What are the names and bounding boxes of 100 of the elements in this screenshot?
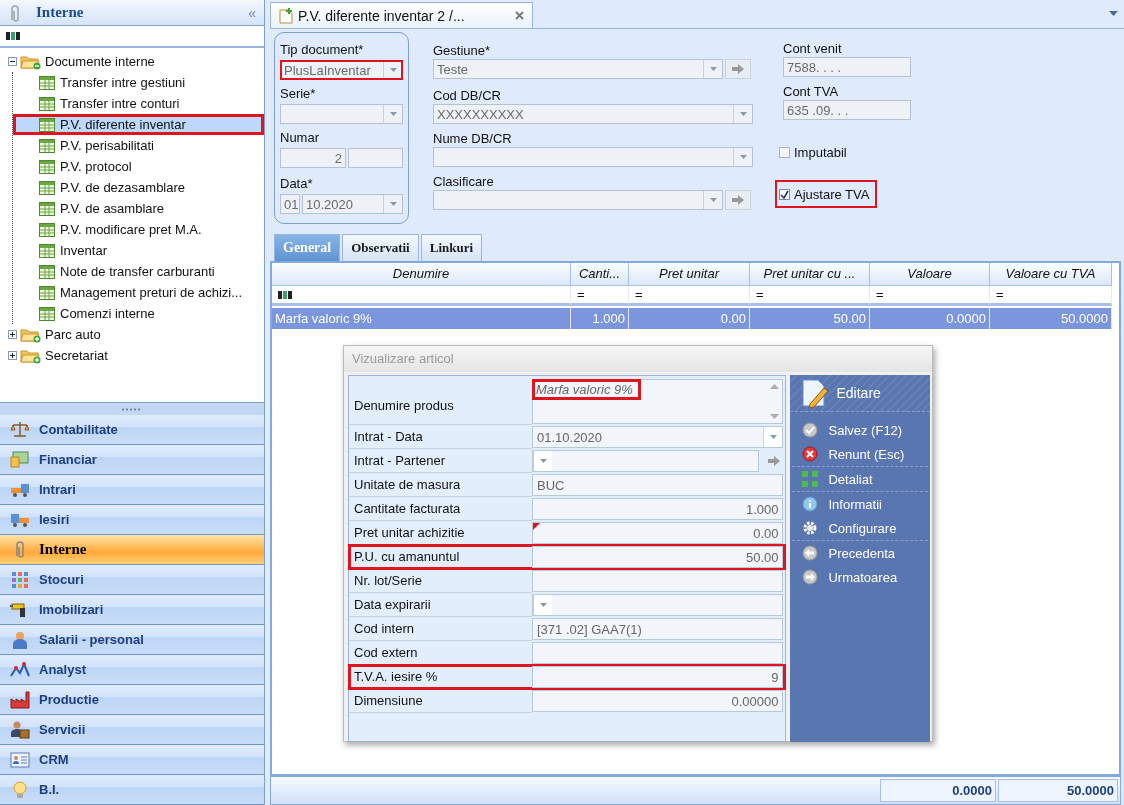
tree-item[interactable]: P.V. de asamblare — [13, 198, 264, 219]
number-field[interactable]: 50.00 — [532, 546, 784, 568]
input-field[interactable]: BUC — [532, 474, 784, 496]
combo-box[interactable] — [433, 190, 723, 210]
input-field[interactable] — [532, 570, 784, 592]
action-button[interactable]: Detaliat — [792, 467, 928, 492]
paperclip-icon — [8, 3, 22, 22]
tree-item[interactable]: Note de transfer carburanti — [13, 261, 264, 282]
field-value: 0.00 — [752, 525, 780, 541]
gear-icon — [802, 520, 819, 536]
grid-icon — [10, 569, 30, 590]
nav-button[interactable]: Stocuri — [0, 565, 264, 595]
column-header[interactable]: Pret unitar cu ... — [750, 263, 870, 286]
action-button[interactable]: Configurare — [792, 516, 928, 541]
factory-icon — [10, 689, 30, 710]
column-header[interactable]: Canti... — [571, 263, 629, 286]
expand-icon[interactable] — [8, 351, 17, 360]
number-field[interactable]: 0.00000 — [532, 690, 784, 712]
nav-button[interactable]: Interne — [0, 535, 264, 565]
table-icon — [39, 117, 55, 132]
tree-item[interactable]: Comenzi interne — [13, 303, 264, 324]
combo-box[interactable]: 01.10.2020 — [532, 426, 784, 448]
tree-item[interactable]: P.V. de dezasamblare — [13, 177, 264, 198]
tree-item[interactable]: Management preturi de achizi... — [13, 282, 264, 303]
checkbox[interactable] — [779, 146, 790, 158]
combo-box[interactable] — [280, 104, 403, 124]
action-button[interactable]: Editare — [790, 375, 930, 412]
action-button[interactable]: Renunt (Esc) — [792, 442, 928, 467]
tree-item[interactable]: Transfer intre gestiuni — [13, 72, 264, 93]
tab[interactable]: Linkuri — [420, 234, 483, 261]
nav-button[interactable]: Imobilizari — [0, 595, 264, 625]
checkbox-label[interactable]: Imputabil — [794, 144, 847, 160]
checkbox[interactable] — [779, 188, 790, 200]
field-label: Data* — [280, 175, 314, 192]
filter-field[interactable] — [0, 26, 264, 48]
nav-button[interactable]: Servicii — [0, 715, 264, 745]
nav-button[interactable]: Salarii - personal — [0, 625, 264, 655]
expand-icon[interactable] — [8, 330, 17, 339]
number-field[interactable]: 9 — [532, 666, 784, 688]
document-tab[interactable]: P.V. diferente inventar 2 /... — [270, 2, 533, 28]
worker-icon — [10, 629, 30, 650]
tree-item[interactable]: Transfer intre conturi — [13, 93, 264, 114]
action-button[interactable]: Urmatoarea — [792, 565, 928, 589]
nav-button[interactable]: Contabilitate — [0, 415, 264, 445]
input-field[interactable]: 635 .09. . . — [783, 100, 911, 120]
date-field[interactable]: 10.2020 — [302, 194, 403, 214]
field-value: 1.000 — [744, 501, 780, 517]
splitter-grip-icon[interactable] — [122, 407, 142, 411]
action-button[interactable]: Precedenta — [792, 541, 928, 565]
tree-item[interactable]: Documente interne — [45, 54, 155, 69]
combo-box[interactable] — [532, 594, 784, 616]
combo-box[interactable] — [433, 147, 753, 167]
dropdown-arrow-icon[interactable] — [1109, 11, 1118, 16]
tree-item[interactable]: P.V. modificare pret M.A. — [13, 219, 264, 240]
column-header[interactable]: Valoare — [870, 263, 990, 286]
number-field[interactable]: 0.00 — [532, 522, 784, 544]
input-field[interactable] — [348, 148, 403, 168]
combo-box[interactable]: XXXXXXXXXX — [433, 104, 753, 124]
check-icon — [780, 189, 789, 199]
scroll-up-icon[interactable] — [770, 384, 779, 389]
arrow-right-icon — [802, 569, 819, 585]
link-button[interactable] — [725, 59, 751, 79]
action-button[interactable]: Salvez (F12) — [792, 418, 928, 442]
combo-box[interactable]: Teste — [433, 59, 723, 79]
nav-button[interactable]: Intrari — [0, 475, 264, 505]
nav-button[interactable]: B.I. — [0, 775, 264, 805]
dropdown-arrow-icon — [770, 435, 777, 439]
combo-box[interactable] — [532, 450, 760, 472]
tree-item[interactable]: P.V. perisabilitati — [13, 135, 264, 156]
input-field[interactable]: 7588. . . . — [783, 57, 911, 77]
column-header[interactable]: Denumire — [272, 263, 571, 286]
tree-item[interactable]: Inventar — [13, 240, 264, 261]
checkbox-label[interactable]: Ajustare TVA — [794, 186, 870, 202]
nav-button[interactable]: Analyst — [0, 655, 264, 685]
number-field[interactable]: 2 — [280, 148, 346, 168]
column-header[interactable]: Pret unitar — [629, 263, 750, 286]
nav-button[interactable]: Financiar — [0, 445, 264, 475]
tree-item[interactable]: P.V. diferente inventar — [13, 114, 264, 135]
nav-button[interactable]: Productie — [0, 685, 264, 715]
collapse-icon[interactable] — [8, 57, 17, 66]
tree-item[interactable]: Secretariat — [45, 348, 108, 363]
day-field[interactable]: 01 — [280, 194, 300, 214]
nav-button[interactable]: Iesiri — [0, 505, 264, 535]
table-icon — [39, 306, 55, 321]
combo-box[interactable]: PlusLaInventar — [280, 60, 403, 80]
number-field[interactable]: 1.000 — [532, 498, 784, 520]
tree-item[interactable]: Parc auto — [45, 327, 101, 342]
scroll-down-icon[interactable] — [770, 414, 779, 419]
tree-item[interactable]: P.V. protocol — [13, 156, 264, 177]
column-header[interactable]: Valoare cu TVA — [990, 263, 1112, 286]
input-field[interactable] — [532, 642, 784, 664]
nav-button[interactable]: CRM — [0, 745, 264, 775]
field-value: 9 — [770, 669, 780, 685]
tab[interactable]: Observatii — [342, 234, 419, 261]
action-button[interactable]: Informatii — [792, 492, 928, 516]
table-icon — [39, 96, 55, 111]
close-icon[interactable] — [515, 11, 524, 20]
text-area[interactable]: Marfa valoric 9% — [532, 379, 784, 424]
link-button[interactable] — [725, 190, 751, 210]
input-field[interactable]: [371 .02] GAA7(1) — [532, 618, 784, 640]
